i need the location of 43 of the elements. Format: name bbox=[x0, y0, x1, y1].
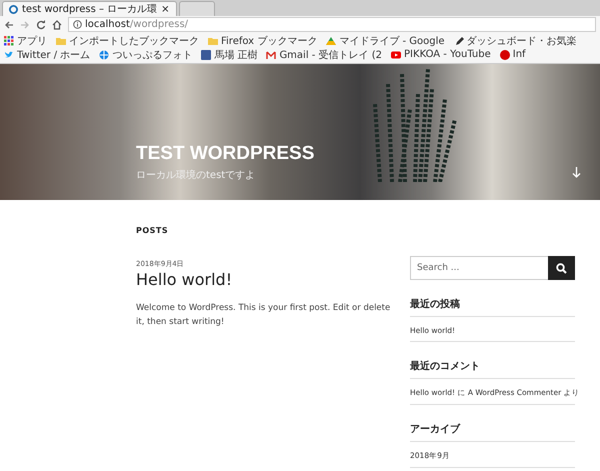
bookmark-item[interactable]: Twitter / ホーム bbox=[4, 48, 90, 61]
bookmark-item[interactable]: PIKKOA - YouTube bbox=[391, 48, 491, 61]
search-icon bbox=[556, 262, 567, 274]
url-host: localhost bbox=[85, 19, 130, 30]
post-body: Welcome to WordPress. This is your first post. Edit or delete it, then start writing! bbox=[136, 302, 392, 330]
bookmark-item[interactable]: ついっぷるフォト bbox=[99, 48, 192, 61]
play-icon bbox=[391, 50, 402, 60]
bookmark-item[interactable]: インポートしたブックマーク bbox=[56, 34, 199, 47]
search-button[interactable] bbox=[548, 256, 575, 280]
envelope-icon bbox=[266, 50, 276, 60]
browser-tab[interactable]: test wordpress – ローカル環 × bbox=[2, 1, 177, 16]
circle-icon bbox=[500, 50, 510, 60]
bookmark-item[interactable]: マイドライブ - Google bbox=[326, 34, 445, 47]
widget-heading: 最近のコメント bbox=[410, 359, 575, 379]
section-heading: POSTS bbox=[136, 226, 170, 235]
widget-heading: 最近の投稿 bbox=[410, 297, 575, 317]
search-input[interactable]: Search ... bbox=[410, 256, 548, 280]
site-icon bbox=[9, 4, 18, 14]
post-title[interactable]: Hello world! bbox=[136, 270, 398, 289]
reload-icon[interactable] bbox=[36, 20, 46, 30]
bookmark-item[interactable]: ダッシュボード・お気楽 bbox=[454, 34, 577, 47]
back-arrow-icon[interactable] bbox=[4, 20, 14, 30]
url-path: /wordpress/ bbox=[130, 19, 188, 30]
bookmark-item[interactable]: Inf bbox=[500, 48, 526, 61]
bookmark-item[interactable]: アプリ bbox=[4, 34, 47, 47]
widget-heading: アーカイブ bbox=[410, 422, 575, 442]
site-title[interactable]: TEST WORDPRESS bbox=[136, 143, 314, 165]
bookmark-item[interactable]: Firefox ブックマーク bbox=[208, 34, 318, 47]
triangle-icon bbox=[326, 36, 336, 46]
folder-icon bbox=[56, 36, 66, 46]
info-icon bbox=[73, 20, 82, 29]
address-bar[interactable]: localhost/wordpress/ bbox=[68, 17, 596, 32]
folder-icon bbox=[208, 36, 218, 46]
bird-icon bbox=[4, 50, 14, 60]
bookmark-item[interactable]: 馬場 正樹 bbox=[201, 48, 258, 61]
pen-icon bbox=[454, 36, 464, 46]
globe-icon bbox=[99, 50, 110, 60]
grid-icon bbox=[4, 36, 14, 46]
bookmark-item[interactable]: Gmail - 受信トレイ (2 bbox=[266, 48, 382, 61]
close-button[interactable]: × bbox=[161, 4, 170, 14]
home-icon[interactable] bbox=[52, 20, 62, 30]
down-arrow-icon[interactable] bbox=[572, 167, 581, 178]
square-icon bbox=[201, 50, 212, 60]
